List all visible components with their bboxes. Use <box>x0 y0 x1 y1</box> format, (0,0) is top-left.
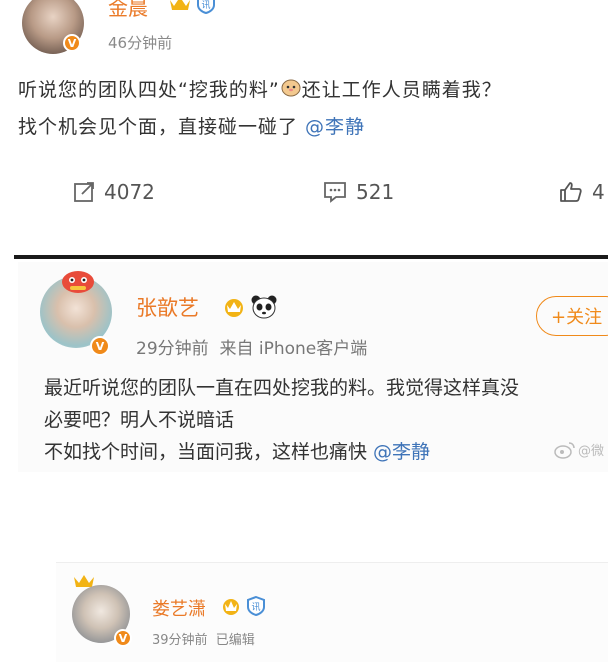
post-text: 听说您的团队四处“挖我的料” 还让工作人员瞒着我？ 找个机会见个面，直接碰一碰了 … <box>18 72 608 145</box>
gap-area <box>18 472 608 562</box>
hamster-emoji-icon <box>280 73 302 109</box>
follow-label: +关注 <box>551 307 603 328</box>
lion-decoration-icon <box>58 268 98 298</box>
user-name[interactable]: 金晨 <box>108 0 148 21</box>
post-text-line: 必要吧？明人不说暗话 <box>44 409 235 431</box>
repost-count: 4072 <box>104 180 155 204</box>
like-count: 4 <box>592 180 605 204</box>
repost-button[interactable]: 4072 <box>72 180 155 204</box>
post-card-2: V 张歆艺 +关注 29分钟前 来自 iPhone客户端 最近听说您的团队一直在… <box>18 262 608 472</box>
svg-text:讯: 讯 <box>251 602 260 613</box>
weibo-logo-icon <box>554 441 575 459</box>
mention-link[interactable]: @李静 <box>373 441 430 463</box>
post-text-line: 最近听说您的团队一直在四处挖我的料。我觉得这样真没 <box>44 377 520 399</box>
comment-button[interactable]: 521 <box>322 180 394 204</box>
panda-icon <box>250 294 278 324</box>
svg-text:讯: 讯 <box>201 0 210 11</box>
post-card-3: V 娄艺潇 讯 39分钟前 已编辑 <box>56 562 608 662</box>
comment-icon <box>324 182 346 203</box>
like-button[interactable]: 4 <box>558 180 605 204</box>
post-text-segment: 找个机会见个面，直接碰一碰了 <box>18 115 306 138</box>
post-text-segment: 听说您的团队四处“挖我的料” <box>18 79 280 101</box>
vip-crown-icon <box>168 0 192 16</box>
follow-button[interactable]: +关注 <box>536 296 608 336</box>
user-name[interactable]: 娄艺潇 <box>152 595 206 621</box>
divider <box>14 255 608 259</box>
post-card-1: V 金晨 讯 46分钟前 听说您的团队四处“挖我的料” 还让工作人员瞒着我？ 找个… <box>0 0 608 240</box>
thumbs-up-icon <box>560 182 582 202</box>
watermark-text: @微 <box>578 444 605 459</box>
post-time: 46分钟前 <box>108 34 173 52</box>
post-text-segment: 不如找个时间，当面问我，这样也痛快 <box>44 441 374 463</box>
weibo-watermark: @微 <box>554 440 604 459</box>
mention-link[interactable]: @李静 <box>305 116 365 138</box>
post-text-segment: 还让工作人员瞒着我？ <box>301 79 502 101</box>
post-time: 39分钟前 已编辑 <box>152 633 255 648</box>
verified-icon: V <box>63 34 81 52</box>
fan-badge-icon: 讯 <box>246 595 266 620</box>
post-text: 最近听说您的团队一直在四处挖我的料。我觉得这样真没 必要吧？明人不说暗话 不如找… <box>44 372 608 468</box>
repost-icon <box>74 182 94 202</box>
vip-crown-icon <box>221 296 247 322</box>
fan-badge-icon: 讯 <box>196 0 216 18</box>
verified-icon: V <box>114 629 132 647</box>
verified-icon: V <box>90 336 110 356</box>
comment-count: 521 <box>356 180 395 204</box>
post-time-source: 29分钟前 来自 iPhone客户端 <box>136 339 368 359</box>
vip-crown-icon <box>220 596 242 620</box>
user-name[interactable]: 张歆艺 <box>136 292 199 322</box>
